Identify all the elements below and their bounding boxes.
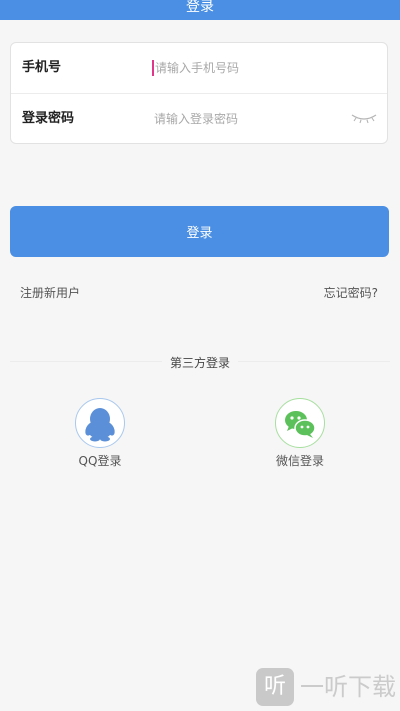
third-party-title: 第三方登录 [0,354,400,372]
qq-penguin-icon [85,408,115,442]
phone-label: 手机号 [22,60,62,75]
third-party-title-text: 第三方登录 [161,356,238,370]
login-button[interactable]: 登录 [10,206,389,257]
watermark: 听 一听下载 [256,667,396,707]
watermark-logo: 听 [256,668,294,706]
wechat-login-button[interactable]: 微信登录 [260,398,340,470]
forgot-password-link[interactable]: 忘记密码? [324,284,378,302]
eye-closed-icon[interactable] [351,112,377,124]
page-title: 登录 [186,0,214,15]
password-label: 登录密码 [22,111,75,126]
qq-login-label: QQ登录 [78,454,122,468]
wechat-icon [285,411,316,438]
phone-row: 手机号 [11,43,387,94]
qq-icon-circle [75,398,125,448]
qq-login-button[interactable]: QQ登录 [60,398,140,470]
app-header: 登录 [0,0,400,20]
wechat-login-label: 微信登录 [275,454,324,468]
password-row: 登录密码 [11,94,387,144]
password-input[interactable] [142,107,354,131]
wechat-icon-circle [275,398,325,448]
login-form: 手机号 登录密码 [10,42,388,144]
watermark-text: 一听下载 [300,673,396,701]
phone-input[interactable] [142,56,355,80]
register-link[interactable]: 注册新用户 [20,284,80,302]
